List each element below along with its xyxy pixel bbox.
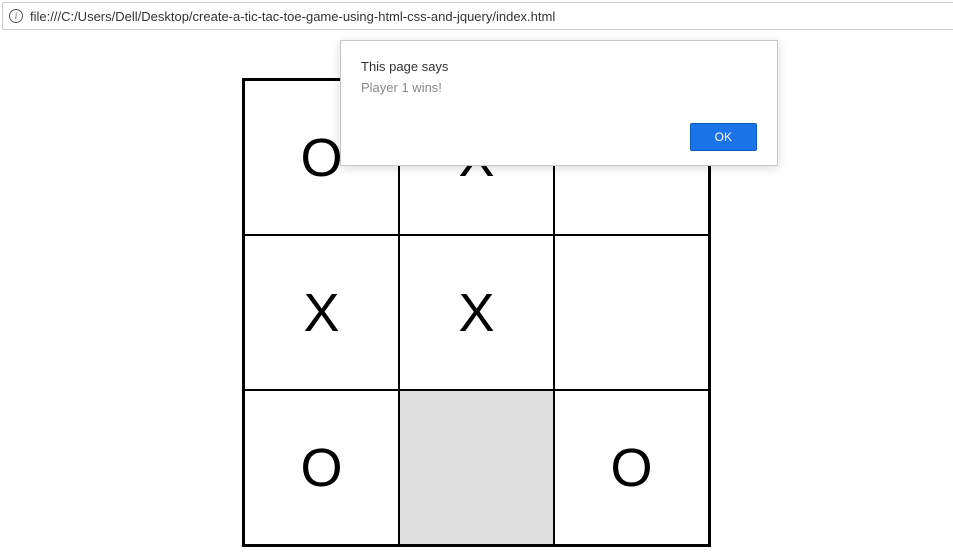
cell-1-1[interactable]: X xyxy=(399,235,554,390)
cell-2-2[interactable]: O xyxy=(554,390,709,545)
alert-title: This page says xyxy=(361,59,757,74)
cell-1-2[interactable] xyxy=(554,235,709,390)
cell-1-0[interactable]: X xyxy=(244,235,399,390)
info-icon: i xyxy=(9,9,23,23)
ok-button[interactable]: OK xyxy=(690,123,757,151)
address-bar[interactable]: i file:///C:/Users/Dell/Desktop/create-a… xyxy=(2,2,953,30)
alert-message: Player 1 wins! xyxy=(361,80,757,95)
alert-dialog: This page says Player 1 wins! OK xyxy=(340,40,778,166)
cell-2-1[interactable] xyxy=(399,390,554,545)
url-text: file:///C:/Users/Dell/Desktop/create-a-t… xyxy=(30,9,948,24)
cell-2-0[interactable]: O xyxy=(244,390,399,545)
alert-buttons: OK xyxy=(361,123,757,151)
